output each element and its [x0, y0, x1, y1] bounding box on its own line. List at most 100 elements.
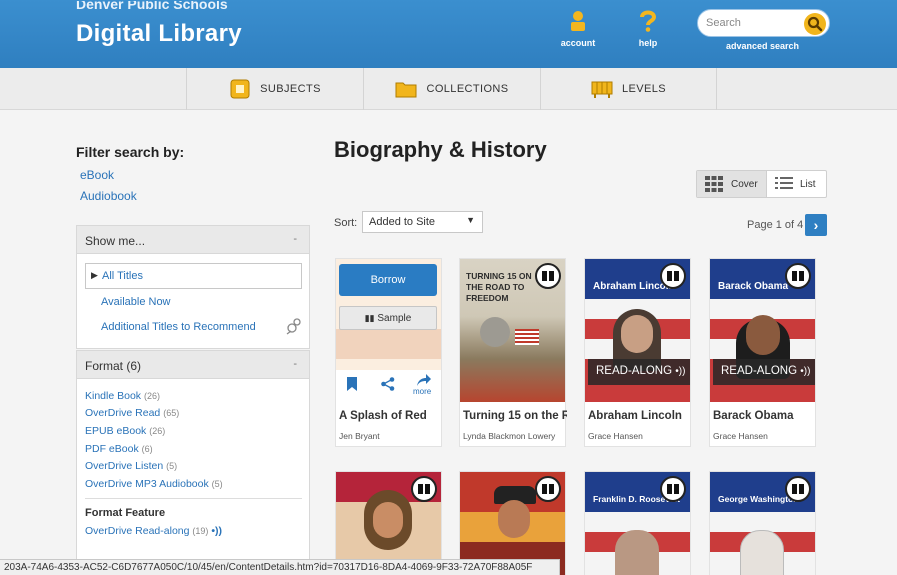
- account-icon: [571, 11, 585, 31]
- account-button[interactable]: account: [558, 10, 598, 48]
- cover-art: [480, 317, 510, 347]
- available-now-link[interactable]: Available Now: [101, 296, 171, 308]
- borrow-button[interactable]: Borrow: [339, 264, 437, 296]
- all-titles-option[interactable]: ▶ All Titles: [85, 263, 302, 289]
- book-author[interactable]: Grace Hansen: [588, 431, 692, 441]
- book-card[interactable]: Borrow ▮▮ Sample more A Splash of Red Je…: [335, 258, 442, 447]
- book-title[interactable]: Turning 15 on the Road to Freedom: [463, 410, 567, 422]
- chevron-down-icon: ▼: [466, 215, 475, 225]
- read-along-badge: READ-ALONG •)): [588, 359, 690, 385]
- recommend-titles-link[interactable]: Additional Titles to Recommend: [101, 321, 256, 333]
- help-button[interactable]: help: [628, 10, 668, 48]
- status-bar-url: 203A-74A6-4353-AC52-C6D7677A050C/10/45/e…: [0, 559, 560, 575]
- view-toggle: Cover List: [696, 170, 827, 198]
- book-author[interactable]: Lynda Blackmon Lowery: [463, 431, 567, 441]
- format-heading: Format (6): [85, 359, 142, 373]
- nav-collections-label: COLLECTIONS: [426, 83, 509, 95]
- page-info: Page 1 of 4: [747, 219, 804, 231]
- book-cover[interactable]: Abraham Lincoln READ-ALONG •)): [585, 259, 690, 402]
- share-icon[interactable]: [381, 377, 395, 391]
- format-mp3-audiobook[interactable]: OverDrive MP3 Audiobook (5): [85, 478, 223, 490]
- account-label: account: [560, 38, 596, 48]
- open-book-icon: [667, 271, 679, 281]
- book-cover[interactable]: TURNING 15 ON THE ROAD TO FREEDOM: [460, 259, 565, 402]
- format-count: (19): [192, 526, 209, 536]
- show-me-heading: Show me...: [85, 234, 146, 248]
- next-page-button[interactable]: ›: [805, 214, 827, 236]
- format-overdrive-listen[interactable]: OverDrive Listen (5): [85, 460, 177, 472]
- read-along-icon: •)): [211, 525, 222, 537]
- book-title[interactable]: A Splash of Red: [339, 410, 443, 422]
- cover-view-label: Cover: [731, 179, 758, 190]
- format-count: (5): [211, 479, 223, 489]
- book-cover[interactable]: George Washington: [710, 472, 815, 575]
- filter-audiobook-link[interactable]: Audiobook: [80, 189, 137, 203]
- book-card[interactable]: George Washington: [709, 471, 816, 575]
- book-author[interactable]: Grace Hansen: [713, 431, 817, 441]
- ebook-badge: [535, 476, 561, 502]
- folder-icon: [395, 82, 417, 98]
- advanced-search-link[interactable]: advanced search: [726, 41, 799, 51]
- read-along-label: READ-ALONG: [721, 365, 798, 377]
- more-label: more: [413, 387, 432, 396]
- list-view-label: List: [800, 179, 816, 190]
- book-cover[interactable]: Franklin D. Roosevelt: [585, 472, 690, 575]
- format-count: (6): [141, 444, 153, 454]
- book-title[interactable]: Barack Obama: [713, 410, 817, 422]
- more-button[interactable]: more: [413, 372, 435, 400]
- bookmark-icon[interactable]: [347, 377, 357, 391]
- show-me-header[interactable]: Show me... -: [77, 226, 309, 254]
- book-author[interactable]: Jen Bryant: [339, 431, 443, 441]
- recommend-icon[interactable]: [285, 317, 303, 335]
- search-input[interactable]: [706, 15, 801, 31]
- format-read-along[interactable]: OverDrive Read-along (19) •)): [85, 525, 222, 537]
- book-card[interactable]: Abraham Lincoln READ-ALONG •)) Abraham L…: [584, 258, 691, 447]
- sort-select[interactable]: Added to Site ▼: [362, 211, 483, 233]
- subjects-icon: [230, 79, 250, 99]
- chevron-right-icon: ›: [813, 217, 819, 233]
- sample-button[interactable]: ▮▮ Sample: [339, 306, 437, 330]
- open-book-icon: [542, 484, 554, 494]
- help-icon: [640, 10, 657, 32]
- show-me-panel: Show me... - ▶ All Titles Available Now …: [76, 225, 310, 349]
- format-kindle-book[interactable]: Kindle Book (26): [85, 390, 160, 402]
- ebook-badge: [411, 476, 437, 502]
- nav-collections[interactable]: COLLECTIONS: [363, 68, 540, 110]
- filter-title: Filter search by:: [76, 144, 185, 160]
- format-count: (65): [163, 408, 180, 418]
- sort-value: Added to Site: [369, 216, 436, 228]
- format-label: Kindle Book: [85, 390, 142, 402]
- book-title[interactable]: Abraham Lincoln: [588, 410, 692, 422]
- nav-subjects[interactable]: SUBJECTS: [186, 68, 363, 110]
- brand-subtitle[interactable]: Denver Public Schools: [76, 1, 228, 12]
- format-panel: Format (6) - Kindle Book (26) OverDrive …: [76, 350, 310, 562]
- levels-icon: [591, 81, 613, 98]
- format-overdrive-read[interactable]: OverDrive Read (65): [85, 407, 179, 419]
- list-view-button[interactable]: List: [768, 171, 826, 197]
- nav-levels[interactable]: LEVELS: [540, 68, 717, 110]
- cover-face: [498, 500, 530, 538]
- brand-title[interactable]: Digital Library: [76, 20, 242, 48]
- book-card[interactable]: Franklin D. Roosevelt: [584, 471, 691, 575]
- search-button[interactable]: [804, 13, 826, 35]
- book-card[interactable]: TURNING 15 ON THE ROAD TO FREEDOM Turnin…: [459, 258, 567, 447]
- collapse-toggle[interactable]: -: [293, 358, 297, 370]
- main-nav: SUBJECTS COLLECTIONS LEVELS: [0, 68, 897, 110]
- ebook-badge: [785, 263, 811, 289]
- format-label: OverDrive Read-along: [85, 525, 190, 537]
- format-pdf-ebook[interactable]: PDF eBook (6): [85, 443, 153, 455]
- format-epub-ebook[interactable]: EPUB eBook (26): [85, 425, 165, 437]
- cover-face: [621, 315, 653, 353]
- format-count: (26): [143, 391, 160, 401]
- ebook-badge: [785, 476, 811, 502]
- collapse-toggle[interactable]: -: [293, 233, 297, 245]
- cover-title-text: Barack Obama: [718, 281, 789, 292]
- book-cover[interactable]: Borrow ▮▮ Sample more: [336, 259, 441, 402]
- nav-subjects-label: SUBJECTS: [260, 83, 321, 95]
- cover-view-button[interactable]: Cover: [697, 171, 767, 197]
- book-card[interactable]: Barack Obama READ-ALONG •)) Barack Obama…: [709, 258, 816, 447]
- filter-ebook-link[interactable]: eBook: [80, 168, 114, 182]
- ebook-badge: [660, 263, 686, 289]
- book-cover[interactable]: Barack Obama READ-ALONG •)): [710, 259, 815, 402]
- format-header[interactable]: Format (6) -: [77, 351, 309, 379]
